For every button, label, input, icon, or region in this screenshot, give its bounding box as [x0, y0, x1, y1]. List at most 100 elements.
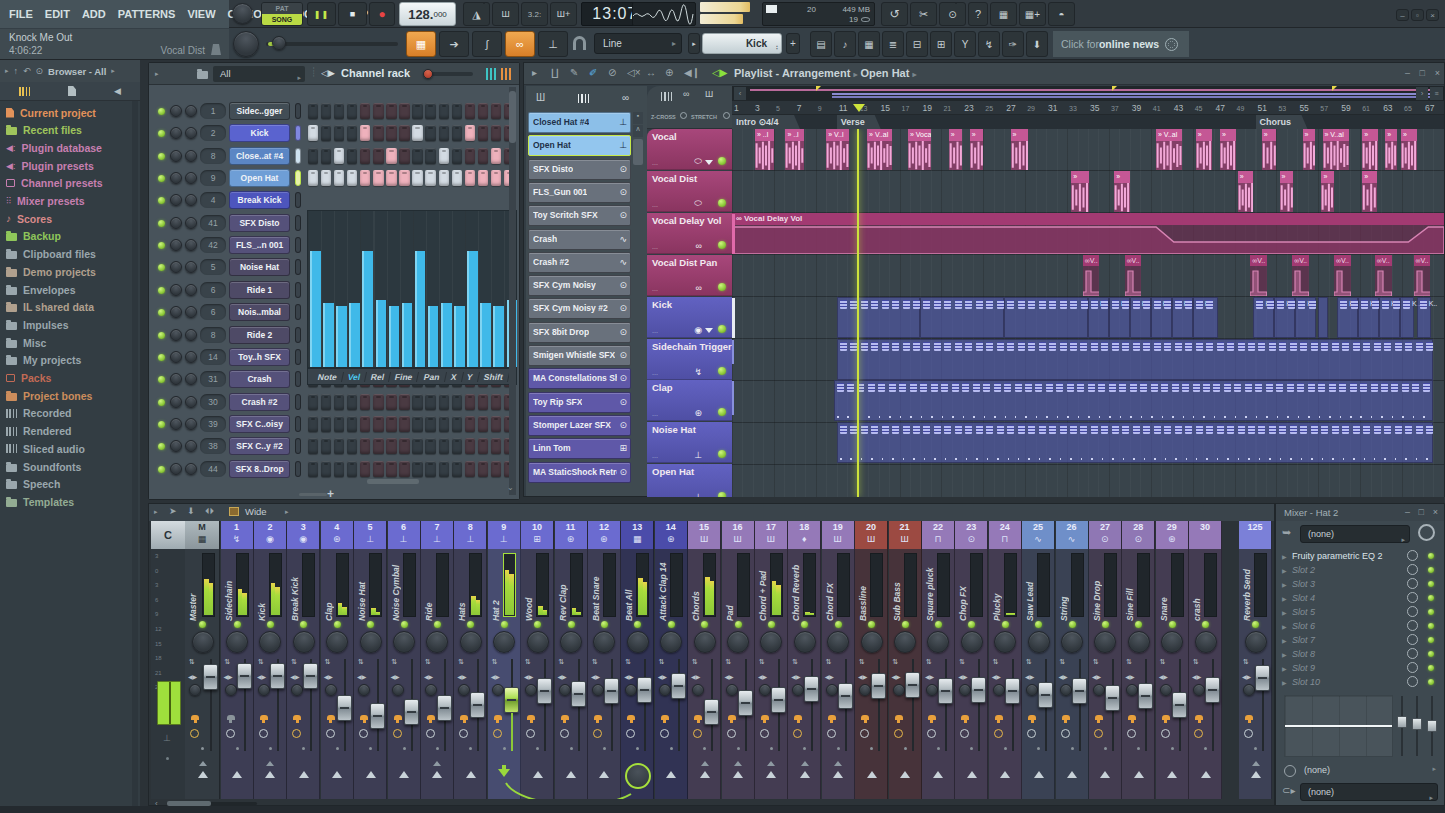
- channel-select-pill[interactable]: [295, 215, 301, 231]
- step-cell[interactable]: [439, 103, 450, 119]
- strip-mute-led[interactable]: [1135, 621, 1142, 628]
- graph-tab-fine[interactable]: Fine: [389, 372, 420, 382]
- step-cell[interactable]: [465, 125, 476, 141]
- strip-mute-led[interactable]: [968, 621, 975, 628]
- strip-clock[interactable]: [994, 729, 1003, 738]
- step-cell[interactable]: [439, 125, 450, 141]
- browser-collapse-icon[interactable]: ▸: [5, 67, 9, 75]
- picker-scroll-thumb[interactable]: [633, 139, 643, 165]
- strip-pan-knob[interactable]: [192, 631, 214, 653]
- strip-header[interactable]: 125: [1239, 521, 1271, 549]
- step-cell[interactable]: [452, 416, 463, 432]
- mixer-strip-125[interactable]: 125Reverb Send⇅◀▶: [1239, 521, 1272, 799]
- channel-number[interactable]: 4: [200, 192, 226, 208]
- strip-pan-knob[interactable]: [1061, 631, 1083, 653]
- channel-number[interactable]: 1: [200, 103, 226, 119]
- channel-enable-led[interactable]: [158, 108, 165, 115]
- step-cell[interactable]: [452, 103, 463, 119]
- browser-item[interactable]: Current project: [6, 104, 134, 121]
- strip-clock[interactable]: [393, 729, 402, 738]
- step-cell[interactable]: [321, 125, 332, 141]
- step-cell[interactable]: [321, 438, 332, 454]
- step-cell[interactable]: [491, 416, 502, 432]
- strip-arrow-small[interactable]: [767, 761, 775, 766]
- strip-fader[interactable]: [1005, 678, 1020, 704]
- strip-clock[interactable]: [226, 729, 235, 738]
- step-cell[interactable]: [334, 438, 345, 454]
- strip-fader[interactable]: [637, 677, 652, 703]
- strip-header[interactable]: 2◉: [254, 521, 286, 549]
- fx-slot-knob[interactable]: [1407, 564, 1418, 575]
- pattern-add-button[interactable]: +: [786, 33, 800, 54]
- strip-header[interactable]: 21Ш: [889, 521, 921, 549]
- strip-sep-arrows[interactable]: ⇅: [325, 659, 331, 664]
- strip-fader[interactable]: [1205, 677, 1220, 703]
- strip-arrow[interactable]: [599, 771, 609, 778]
- strip-ss-knob[interactable]: [759, 684, 771, 696]
- strip-fader[interactable]: [203, 664, 218, 690]
- step-cell[interactable]: [308, 103, 319, 119]
- strip-sep-arrows[interactable]: ⇅: [189, 659, 195, 664]
- playlist-tool-magnet[interactable]: ∐: [551, 67, 559, 78]
- audio-clip[interactable]: » Vocal: [908, 129, 931, 170]
- mixer-swap-icon[interactable]: ⏴⏵: [205, 506, 214, 517]
- strip-mute-led[interactable]: [835, 621, 842, 628]
- strip-pan-arrows[interactable]: ◀▶: [357, 673, 366, 680]
- record-audio-button[interactable]: ⊙: [939, 2, 966, 26]
- close-button[interactable]: ×: [1426, 9, 1439, 21]
- strip-pan-arrows[interactable]: ◀▶: [825, 673, 834, 680]
- track-dots[interactable]: ...: [652, 452, 658, 459]
- playlist-overview[interactable]: ‹›≡: [732, 86, 1444, 101]
- strip-sep-arrows[interactable]: ⇅: [225, 659, 231, 664]
- fx-slot[interactable]: ▶Slot 2: [1280, 564, 1440, 577]
- channel-select-pill[interactable]: [295, 394, 301, 410]
- picker-item[interactable]: Crash #2∿: [528, 252, 631, 273]
- strip-ss-knob[interactable]: [692, 684, 704, 696]
- strip-pan-knob[interactable]: [794, 631, 816, 653]
- step-cell[interactable]: [308, 394, 319, 410]
- channel-enable-led[interactable]: [158, 309, 165, 316]
- channel-number[interactable]: 6: [200, 304, 226, 320]
- step-cell[interactable]: [399, 461, 410, 477]
- playlist-close[interactable]: ×: [1435, 68, 1440, 78]
- save-new-button[interactable]: ▦+: [1019, 2, 1046, 26]
- strip-ss-knob[interactable]: [492, 684, 504, 696]
- step-cell[interactable]: [321, 103, 332, 119]
- step-cell[interactable]: [465, 461, 476, 477]
- tempo-display[interactable]: 128.000: [399, 2, 456, 26]
- strip-arrow[interactable]: [1100, 771, 1110, 778]
- strip-mute-led[interactable]: [701, 621, 708, 628]
- track-type-icon[interactable]: ∞: [696, 283, 702, 293]
- step-cell[interactable]: [465, 170, 476, 186]
- track-header[interactable]: Clap...⊛: [647, 380, 732, 421]
- step-cell[interactable]: [478, 170, 489, 186]
- pause-button[interactable]: ❚❚: [307, 2, 336, 26]
- picker-item[interactable]: Stomper Lazer SFX⊙: [528, 415, 631, 436]
- strip-clock[interactable]: [894, 729, 903, 738]
- playlist-tool-slip[interactable]: ↔: [646, 67, 656, 78]
- typing-keyboard-button[interactable]: Ш+: [550, 2, 577, 26]
- strip-pan-arrows[interactable]: ◀▶: [491, 673, 500, 680]
- channel-enable-led[interactable]: [158, 242, 165, 249]
- graph-tab-note[interactable]: Note: [312, 372, 344, 382]
- strip-arrow[interactable]: [800, 771, 810, 778]
- step-cell[interactable]: [478, 394, 489, 410]
- strip-mute-led[interactable]: [501, 621, 508, 628]
- strip-sep-arrows[interactable]: ⇅: [859, 659, 865, 664]
- picker-scroll-up[interactable]: ᴧ: [633, 125, 643, 137]
- strip-pan-arrows[interactable]: ◀▶: [457, 673, 466, 680]
- step-cell[interactable]: [425, 148, 436, 164]
- picker-item[interactable]: SFX Cym Noisy #2⊙: [528, 298, 631, 319]
- strip-pan-arrows[interactable]: ◀▶: [424, 673, 433, 680]
- fx-slot[interactable]: ▶Slot 10: [1280, 676, 1440, 689]
- channel-number[interactable]: 8: [200, 327, 226, 343]
- channel-pan-knob[interactable]: [170, 463, 182, 475]
- add-channel-button[interactable]: +: [327, 487, 334, 501]
- strip-clock[interactable]: [760, 729, 769, 738]
- mixer-strip-9[interactable]: 9⊥Hat 2⇅◀▶: [488, 521, 521, 799]
- channel-button[interactable]: Kick: [229, 124, 290, 142]
- channel-button[interactable]: Close..at #4: [229, 147, 290, 165]
- step-cell[interactable]: [386, 103, 397, 119]
- menu-view[interactable]: VIEW: [187, 8, 215, 20]
- strip-ss-knob[interactable]: [1243, 684, 1255, 696]
